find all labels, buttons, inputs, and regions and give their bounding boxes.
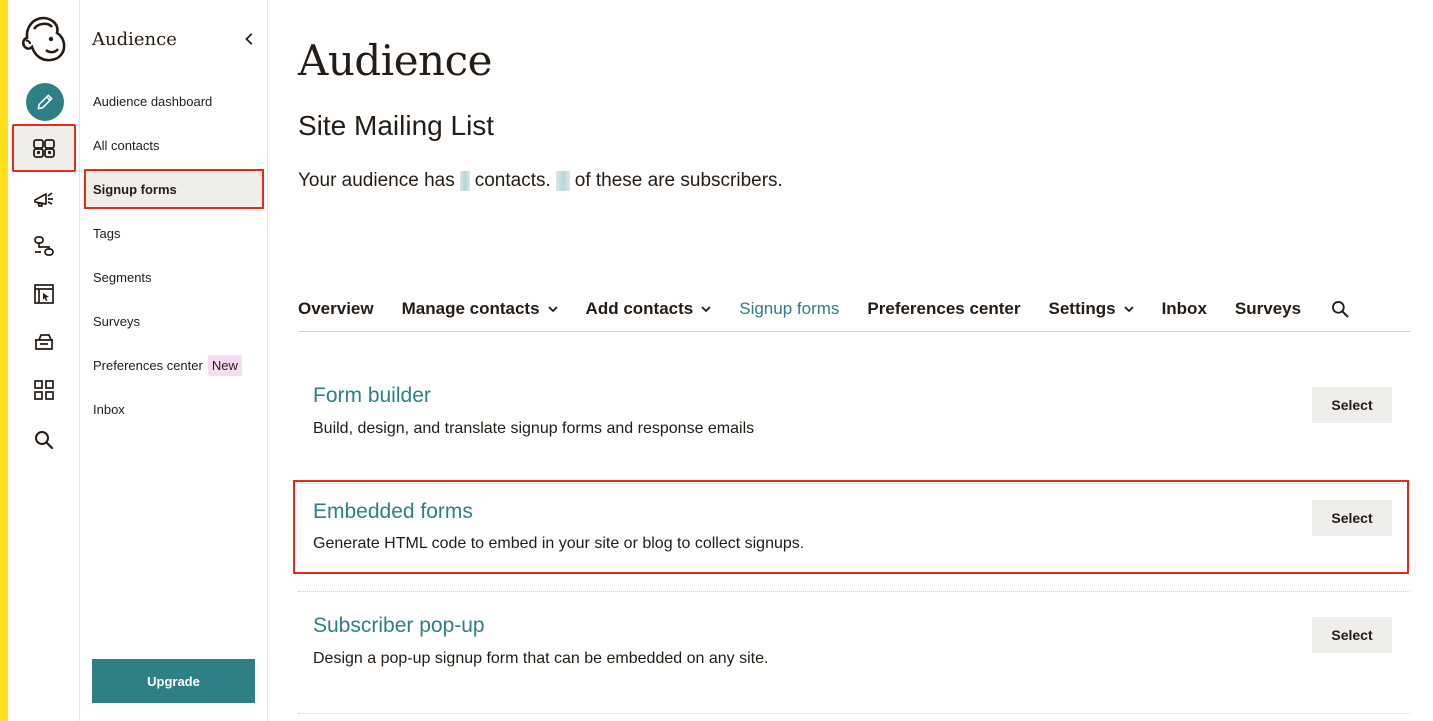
- tab-label: Manage contacts: [401, 298, 540, 318]
- tab-add-contacts[interactable]: Add contacts: [586, 288, 712, 330]
- chevron-down-icon: [1123, 304, 1134, 314]
- tab-surveys[interactable]: Surveys: [1235, 288, 1301, 330]
- option-embedded-forms: Embedded forms Generate HTML code to emb…: [293, 480, 1409, 574]
- tab-signup-forms[interactable]: Signup forms: [739, 288, 839, 330]
- search-icon: [35, 431, 54, 450]
- chevron-down-icon: [701, 304, 711, 314]
- automations-icon: [34, 236, 54, 256]
- primary-nav-rail: [8, 0, 80, 721]
- summary-text-start: Your audience has: [298, 170, 455, 191]
- rail-item-website[interactable]: [24, 274, 64, 314]
- option-description: Generate HTML code to embed in your site…: [313, 535, 805, 552]
- megaphone-icon: [34, 192, 53, 207]
- rail-item-automations[interactable]: [24, 226, 64, 266]
- rail-item-content[interactable]: [24, 322, 64, 362]
- embedded-forms-link[interactable]: Embedded forms: [313, 500, 473, 524]
- content-studio-icon: [35, 334, 53, 350]
- subscriber-popup-link[interactable]: Subscriber pop-up: [313, 614, 485, 638]
- rail-item-campaigns[interactable]: [24, 178, 64, 218]
- subnav-item-all-contacts[interactable]: All contacts: [84, 125, 264, 165]
- subnav-item-audience-dashboard[interactable]: Audience dashboard: [84, 81, 264, 121]
- page-title: Audience: [298, 36, 492, 85]
- option-form-builder: Form builder Build, design, and translat…: [298, 370, 1410, 484]
- subnav-item-label: Preferences center: [93, 357, 203, 373]
- redacted-contact-count: [459, 171, 470, 191]
- summary-text-middle: contacts.: [474, 170, 551, 191]
- chevron-down-icon: [547, 304, 558, 314]
- search-icon[interactable]: [1329, 298, 1351, 320]
- option-subscriber-popup: Subscriber pop-up Design a pop-up signup…: [298, 600, 1410, 714]
- subnav-item-tags[interactable]: Tags: [84, 213, 264, 253]
- form-builder-select-button[interactable]: Select: [1312, 387, 1392, 423]
- audience-list-name: Site Mailing List: [298, 110, 495, 141]
- chevron-left-icon[interactable]: [242, 31, 258, 47]
- tab-label: Add contacts: [585, 298, 694, 318]
- upgrade-button[interactable]: Upgrade: [92, 659, 255, 703]
- tab-inbox[interactable]: Inbox: [1162, 288, 1207, 330]
- subnav-item-segments[interactable]: Segments: [84, 257, 264, 297]
- tab-label: Preferences center: [867, 298, 1021, 318]
- tab-label: Settings: [1048, 298, 1116, 318]
- option-description: Build, design, and translate signup form…: [313, 420, 755, 437]
- subnav-item-preferences-center[interactable]: Preferences center New: [84, 345, 264, 385]
- option-description: Design a pop-up signup form that can be …: [313, 650, 769, 667]
- audience-summary: Your audience has contacts. of these are…: [298, 170, 783, 192]
- summary-text-end: of these are subscribers.: [574, 170, 783, 191]
- rail-item-search[interactable]: [24, 420, 64, 460]
- brand-accent-strip: [0, 0, 8, 721]
- divider: [298, 591, 1410, 592]
- tab-settings[interactable]: Settings: [1049, 288, 1134, 330]
- audience-subnav: Audience Audience dashboard All contacts…: [80, 0, 268, 721]
- subnav-title: Audience: [92, 28, 177, 50]
- create-button[interactable]: [26, 83, 64, 121]
- tab-label: Inbox: [1161, 298, 1207, 318]
- tab-preferences-center[interactable]: Preferences center: [867, 288, 1020, 330]
- main-content: Audience Site Mailing List Your audience…: [293, 0, 1410, 721]
- tab-label: Surveys: [1234, 298, 1302, 318]
- rail-item-audience[interactable]: [12, 124, 76, 172]
- audience-icon: [33, 139, 55, 158]
- subnav-item-inbox[interactable]: Inbox: [84, 389, 264, 429]
- form-builder-link[interactable]: Form builder: [313, 384, 431, 408]
- tab-label: Signup forms: [739, 298, 840, 318]
- tab-label: Overview: [298, 298, 374, 318]
- embedded-forms-select-button[interactable]: Select: [1312, 500, 1392, 536]
- audience-tabs: Overview Manage contacts Add contacts Si…: [298, 286, 1410, 332]
- website-icon: [34, 284, 54, 304]
- tab-overview[interactable]: Overview: [298, 288, 374, 330]
- subnav-header: Audience: [92, 26, 258, 52]
- tab-manage-contacts[interactable]: Manage contacts: [402, 288, 558, 330]
- mailchimp-logo-icon[interactable]: [20, 14, 68, 64]
- redacted-subscriber-count: [555, 171, 570, 191]
- integrations-grid-icon: [34, 380, 54, 400]
- subnav-item-signup-forms[interactable]: Signup forms: [84, 169, 264, 209]
- subnav-item-surveys[interactable]: Surveys: [84, 301, 264, 341]
- pencil-icon: [37, 94, 53, 110]
- subscriber-popup-select-button[interactable]: Select: [1312, 617, 1392, 653]
- new-badge: New: [207, 354, 242, 376]
- rail-item-integrations[interactable]: [24, 370, 64, 410]
